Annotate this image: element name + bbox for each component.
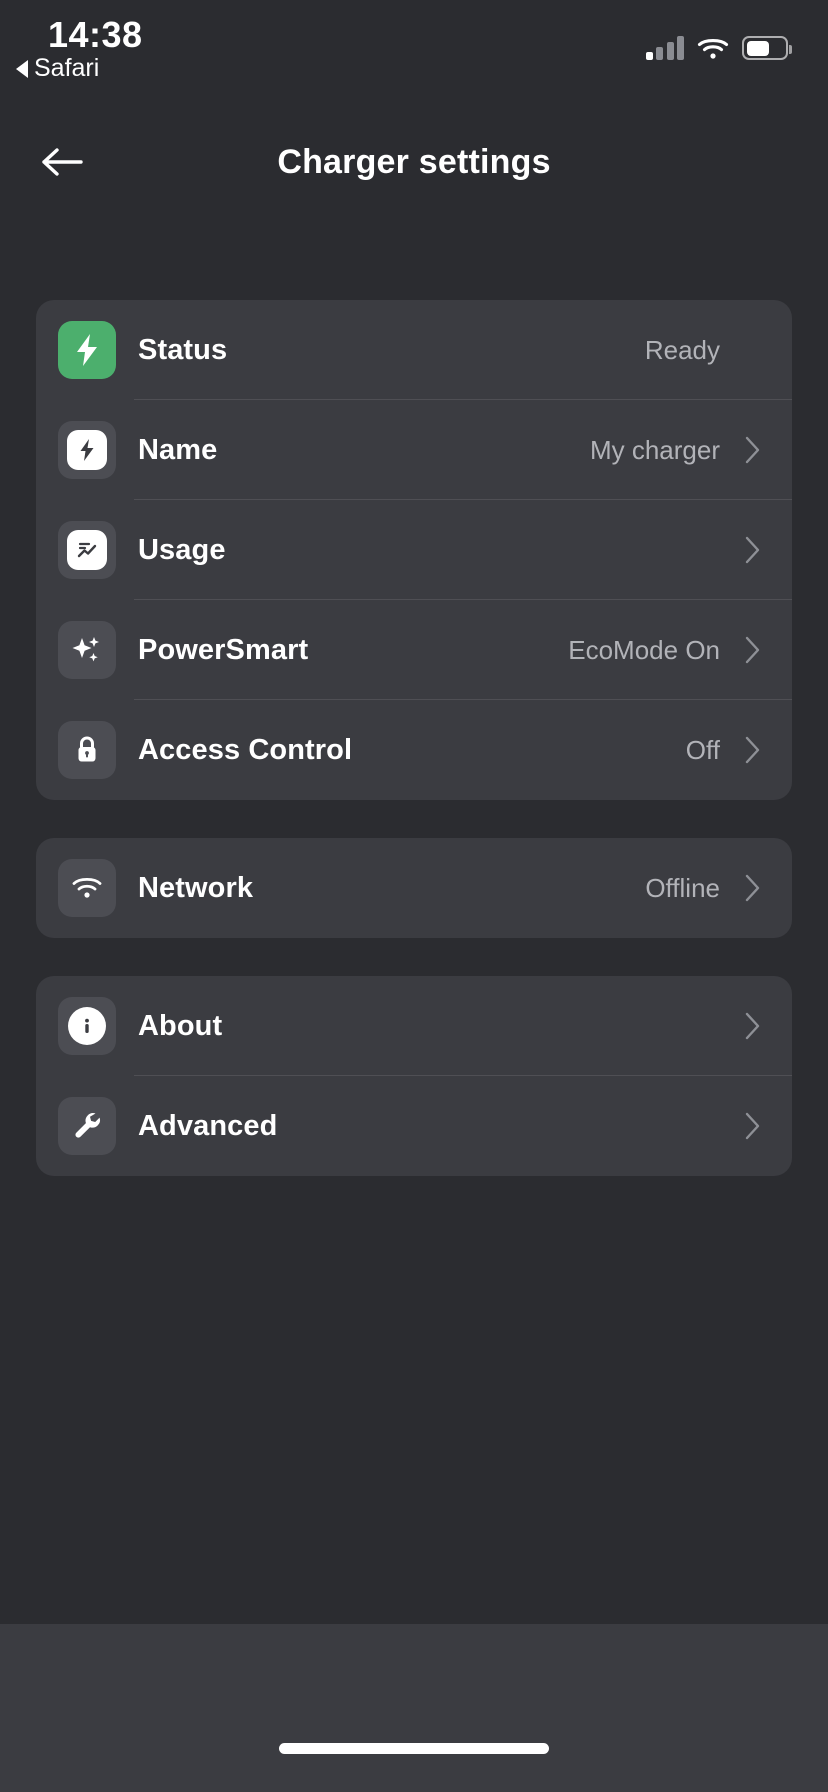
settings-list: Status Ready Name My charger Usage Power… bbox=[0, 300, 828, 1214]
status-bar-indicators bbox=[645, 26, 792, 60]
powersmart-tile bbox=[58, 621, 116, 679]
powersmart-value: EcoMode On bbox=[568, 634, 720, 665]
chevron-right-icon bbox=[740, 636, 766, 664]
chevron-right-icon bbox=[740, 436, 766, 464]
settings-card-device: Status Ready Name My charger Usage Power… bbox=[36, 300, 792, 800]
settings-row-label: Advanced bbox=[138, 1109, 278, 1142]
settings-row-status: Status Ready bbox=[36, 300, 792, 400]
back-button[interactable] bbox=[32, 132, 92, 192]
access-control-value: Off bbox=[685, 734, 720, 765]
settings-row-label: Name bbox=[138, 433, 218, 466]
settings-row-name[interactable]: Name My charger bbox=[36, 400, 792, 500]
status-tile bbox=[58, 321, 116, 379]
sparkles-icon bbox=[72, 637, 99, 662]
name-value: My charger bbox=[589, 434, 720, 465]
lock-icon bbox=[78, 736, 96, 762]
chevron-right-icon bbox=[740, 736, 766, 764]
bolt-icon bbox=[77, 334, 97, 366]
wifi-icon bbox=[72, 877, 102, 898]
settings-row-network[interactable]: Network Offline bbox=[36, 838, 792, 938]
usage-tile bbox=[58, 521, 116, 579]
return-app-label: Safari bbox=[34, 54, 100, 82]
wrench-icon bbox=[75, 1113, 100, 1138]
settings-row-label: Status bbox=[138, 333, 228, 366]
settings-row-label: Usage bbox=[138, 533, 226, 566]
settings-row-about[interactable]: About bbox=[36, 976, 792, 1076]
chevron-right-icon bbox=[740, 1112, 766, 1140]
settings-card-system: About Advanced bbox=[36, 976, 792, 1176]
settings-row-label: PowerSmart bbox=[138, 633, 309, 666]
settings-row-label: About bbox=[138, 1009, 223, 1042]
return-to-safari-button[interactable]: Safari bbox=[16, 54, 99, 83]
network-tile bbox=[58, 859, 116, 917]
wifi-icon bbox=[697, 38, 729, 59]
advanced-tile bbox=[58, 1097, 116, 1155]
about-tile bbox=[58, 997, 116, 1055]
arrow-left-icon bbox=[42, 148, 83, 176]
settings-row-label: Access Control bbox=[138, 733, 353, 766]
battery-icon bbox=[742, 36, 792, 60]
status-bar: 14:38 Safari bbox=[0, 0, 828, 96]
page-title: Charger settings bbox=[277, 142, 551, 181]
status-bar-time: 14:38 bbox=[48, 14, 143, 55]
info-icon bbox=[68, 1007, 106, 1045]
chevron-right-icon bbox=[740, 874, 766, 902]
chevron-right-icon bbox=[740, 536, 766, 564]
settings-row-powersmart[interactable]: PowerSmart EcoMode On bbox=[36, 600, 792, 700]
bolt-badge-icon bbox=[67, 430, 107, 470]
network-value: Offline bbox=[645, 872, 720, 903]
cellular-signal-icon bbox=[645, 36, 684, 60]
chart-icon bbox=[67, 530, 107, 570]
settings-card-connectivity: Network Offline bbox=[36, 838, 792, 938]
chevron-right-icon bbox=[740, 1012, 766, 1040]
settings-row-usage[interactable]: Usage bbox=[36, 500, 792, 600]
navigation-bar: Charger settings bbox=[0, 122, 828, 202]
home-indicator-area bbox=[0, 1624, 828, 1792]
name-tile bbox=[58, 421, 116, 479]
settings-row-label: Network bbox=[138, 871, 254, 904]
settings-row-advanced[interactable]: Advanced bbox=[36, 1076, 792, 1176]
settings-row-access-control[interactable]: Access Control Off bbox=[36, 700, 792, 800]
home-indicator[interactable] bbox=[279, 1743, 549, 1754]
back-triangle-icon bbox=[16, 59, 28, 78]
access-control-tile bbox=[58, 721, 116, 779]
status-value: Ready bbox=[644, 334, 720, 365]
